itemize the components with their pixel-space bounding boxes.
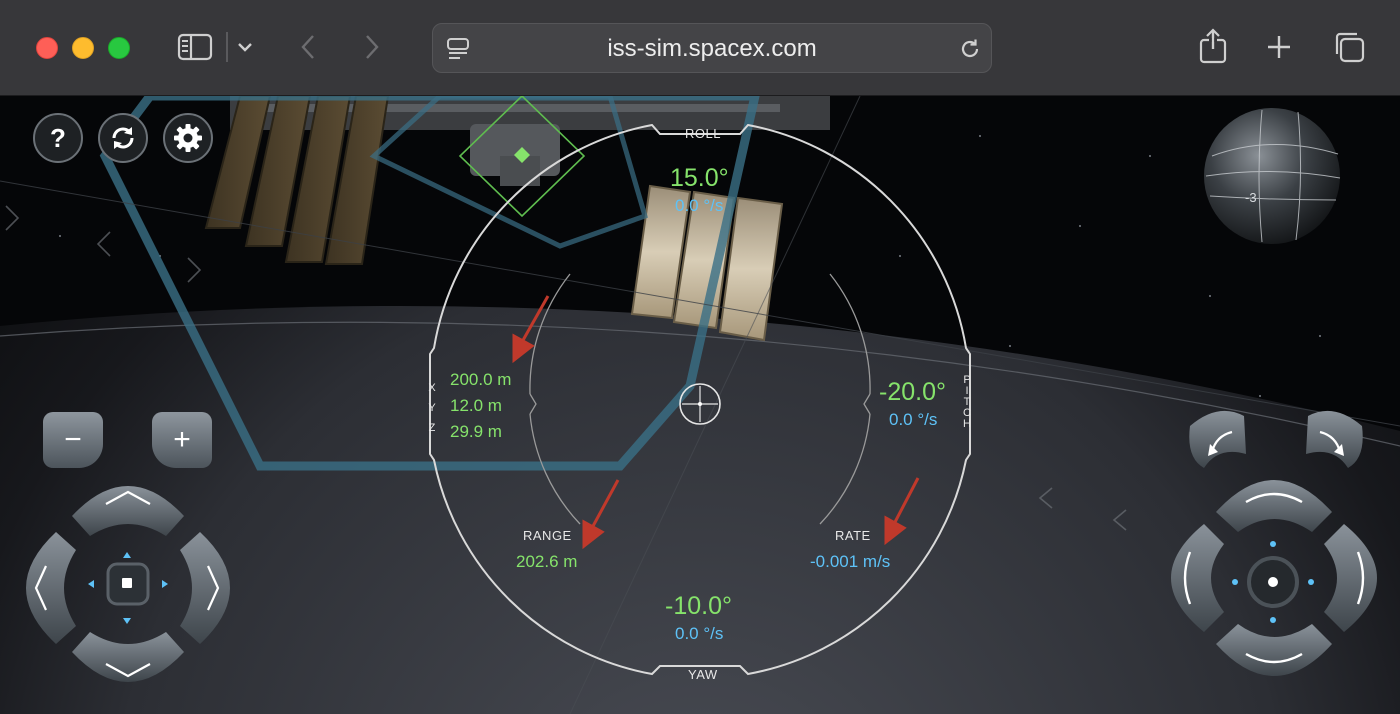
close-window-button[interactable] <box>36 37 58 59</box>
translate-left-icon <box>26 532 76 644</box>
z-value: 29.9 m <box>450 422 502 441</box>
share-icon[interactable] <box>1196 26 1230 66</box>
reload-icon[interactable] <box>957 36 983 62</box>
translate-up-icon <box>72 486 184 536</box>
plus-icon[interactable] <box>1264 32 1294 62</box>
minimize-window-button[interactable] <box>72 37 94 59</box>
roll-left-icon <box>1189 410 1246 468</box>
xyz-letter: X <box>428 382 436 394</box>
yaw-value: -10.0° <box>665 592 732 620</box>
gear-icon <box>174 124 202 152</box>
rate-value: -0.001 m/s <box>810 552 891 571</box>
roll-value: 15.0° <box>670 164 729 192</box>
pitch-value: -20.0° <box>879 378 946 406</box>
rotation-center-icon <box>1247 556 1299 608</box>
yaw-rate: 0.0 °/s <box>675 624 724 643</box>
xyz-letter: Z <box>428 422 436 434</box>
xyz-label: X Y Z <box>426 378 438 438</box>
chevron-left-icon[interactable] <box>296 32 320 62</box>
y-value: 12.0 m <box>450 396 502 415</box>
simulation-viewport[interactable]: -3 ? ROLL 15.0° 0.0 °/s -20.0° 0.0 °/s P… <box>0 96 1400 714</box>
zoom-window-button[interactable] <box>108 37 130 59</box>
minus-icon: − <box>64 423 82 456</box>
reset-button[interactable] <box>98 113 148 163</box>
roll-right-icon <box>1306 410 1363 468</box>
yaw-label: YAW <box>688 667 718 682</box>
range-label: RANGE <box>523 528 572 543</box>
yaw-right-icon <box>1324 524 1377 632</box>
toolbar-divider <box>226 32 228 62</box>
pitch-label: P I T C H <box>961 375 973 430</box>
orientation-ball-icon <box>1204 108 1340 244</box>
tabs-overview-icon[interactable] <box>1330 29 1366 65</box>
pitch-down-icon <box>1216 624 1332 676</box>
xyz-letter: Y <box>428 402 436 414</box>
reset-cycle-icon <box>112 127 134 149</box>
url-text[interactable]: iss-sim.spacex.com <box>433 24 991 74</box>
roll-label: ROLL <box>685 126 721 141</box>
browser-window: iss-sim.spacex.com -3 ? ROLL 15.0° 0.0 °… <box>0 0 1400 714</box>
translate-down-icon <box>72 632 184 682</box>
rate-label: RATE <box>835 528 871 543</box>
plus-icon: + <box>173 423 191 456</box>
zoom-in-button[interactable]: + <box>152 412 212 468</box>
translation-pad <box>26 486 230 682</box>
address-bar[interactable]: iss-sim.spacex.com <box>432 23 992 73</box>
roll-rate: 0.0 °/s <box>675 196 724 215</box>
translate-center-icon <box>106 562 150 606</box>
translate-right-icon <box>180 532 230 644</box>
chevron-down-icon[interactable] <box>236 38 254 56</box>
orientation-ball-label: -3 <box>1245 190 1257 205</box>
browser-toolbar: iss-sim.spacex.com <box>0 0 1400 96</box>
pitch-letter: H <box>963 418 971 430</box>
zoom-out-button[interactable]: − <box>43 412 103 468</box>
yaw-left-icon <box>1171 524 1224 632</box>
sidebar-icon[interactable] <box>176 32 214 62</box>
x-value: 200.0 m <box>450 370 512 389</box>
range-value: 202.6 m <box>516 552 578 571</box>
pitch-rate: 0.0 °/s <box>889 410 938 429</box>
settings-button[interactable] <box>163 113 213 163</box>
help-button[interactable]: ? <box>33 113 83 163</box>
rotation-pad <box>1171 410 1377 676</box>
chevron-right-icon[interactable] <box>360 32 384 62</box>
question-icon: ? <box>50 122 66 153</box>
pitch-up-icon <box>1216 480 1332 532</box>
